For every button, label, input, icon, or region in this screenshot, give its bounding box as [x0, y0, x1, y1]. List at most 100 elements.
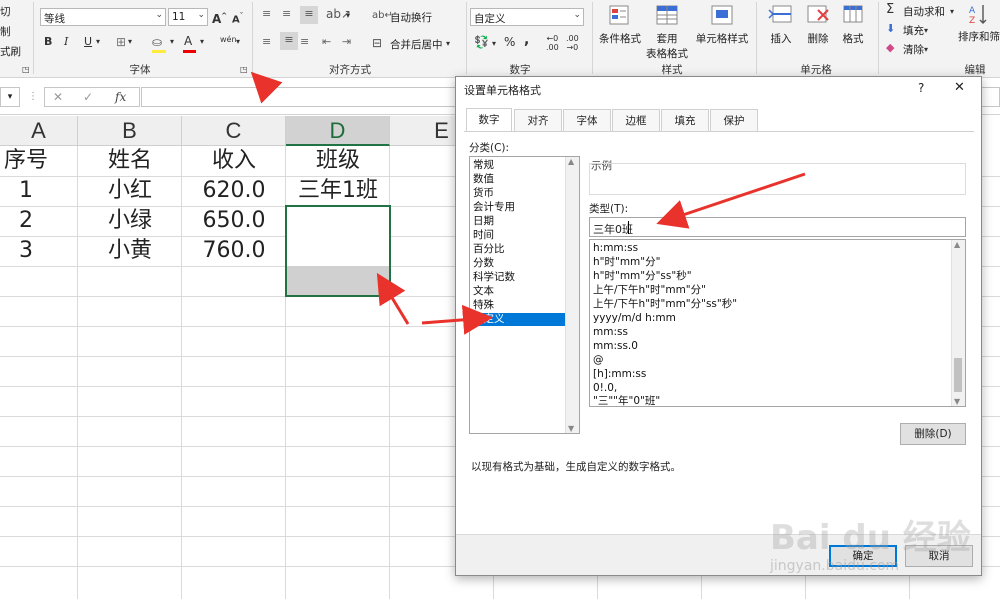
autosum-button[interactable]: 自动求和 [903, 4, 945, 19]
font-color-button[interactable]: A [184, 33, 192, 49]
category-item[interactable]: 分数 [473, 257, 494, 270]
category-item[interactable]: 百分比 [473, 243, 505, 256]
cell-b1[interactable]: 姓名 [78, 146, 182, 176]
merge-center-icon[interactable]: ⊟ [372, 35, 382, 51]
scroll-up-icon[interactable]: ▲ [568, 157, 574, 166]
close-icon[interactable]: ✕ [954, 80, 965, 95]
sort-filter-button[interactable]: AZ 排序和筛 [958, 2, 1000, 44]
cell-c3[interactable]: 650.0 [182, 206, 286, 236]
accounting-format-icon[interactable]: 💱 [474, 34, 489, 50]
increase-decimal-button[interactable]: ←0.00 [546, 34, 559, 52]
column-header-d[interactable]: D [286, 116, 390, 146]
align-middle-icon[interactable]: ≡ [282, 6, 291, 22]
format-as-table-button[interactable]: 套用 表格格式 [642, 4, 692, 61]
cancel-icon[interactable]: ✕ [53, 89, 63, 105]
cell-b3[interactable]: 小绿 [78, 206, 182, 236]
tab-number[interactable]: 数字 [466, 108, 512, 132]
format-item[interactable]: 上午/下午h"时"mm"分"ss"秒" [593, 298, 737, 311]
align-bottom-icon[interactable]: ≡ [300, 6, 318, 24]
copy-button[interactable]: 制 [0, 24, 11, 39]
scroll-up-icon[interactable]: ▲ [954, 240, 960, 249]
cell-a3[interactable]: 2 [0, 206, 52, 236]
fill-handle[interactable] [387, 293, 393, 299]
border-icon[interactable]: ⊞ [116, 34, 126, 50]
cut-button[interactable]: 切 [0, 4, 11, 19]
chevron-down-icon[interactable]: ▾ [346, 8, 350, 24]
cell-a1[interactable]: 序号 [0, 146, 52, 176]
category-item[interactable]: 时间 [473, 229, 494, 242]
decrease-indent-icon[interactable]: ⇤ [322, 34, 331, 50]
dialog-launcher-icon[interactable]: ◳ [240, 62, 248, 78]
tab-alignment[interactable]: 对齐 [514, 109, 562, 131]
format-item[interactable]: h:mm:ss [593, 242, 638, 255]
tab-font[interactable]: 字体 [563, 109, 611, 131]
cell-c4[interactable]: 760.0 [182, 236, 286, 266]
category-item[interactable]: 日期 [473, 215, 494, 228]
scroll-thumb[interactable] [954, 358, 962, 392]
format-item[interactable]: h"时"mm"分"ss"秒" [593, 270, 692, 283]
insert-cells-button[interactable]: 插入 [762, 4, 800, 46]
cell-b2[interactable]: 小红 [78, 176, 182, 206]
chevron-down-icon[interactable]: ▾ [924, 42, 928, 58]
fill-color-icon[interactable]: ⛀ [152, 34, 162, 50]
wrap-text-button[interactable]: 自动换行 [390, 10, 432, 25]
format-item[interactable]: mm:ss [593, 326, 628, 339]
category-scrollbar[interactable]: ▲ ▼ [565, 157, 579, 433]
chevron-down-icon[interactable]: ▾ [950, 4, 954, 20]
format-item[interactable]: h"时"mm"分" [593, 256, 660, 269]
chevron-down-icon[interactable]: ⌄ [197, 10, 205, 20]
cell-a2[interactable]: 1 [0, 176, 52, 206]
format-item[interactable]: 上午/下午h"时"mm"分" [593, 284, 706, 297]
chevron-down-icon[interactable]: ▾ [492, 36, 496, 52]
chevron-down-icon[interactable]: ▾ [128, 34, 132, 50]
delete-cells-button[interactable]: 删除 [800, 4, 836, 46]
chevron-down-icon[interactable]: ▾ [170, 34, 174, 50]
cell-c2[interactable]: 620.0 [182, 176, 286, 206]
category-item[interactable]: 数值 [473, 173, 494, 186]
column-header-c[interactable]: C [182, 116, 286, 146]
cell-a4[interactable]: 3 [0, 236, 52, 266]
chevron-down-icon[interactable]: ▾ [924, 23, 928, 39]
delete-format-button[interactable]: 删除(D) [900, 423, 966, 445]
chevron-down-icon[interactable]: ▾ [96, 34, 100, 50]
format-item[interactable]: mm:ss.0 [593, 340, 638, 353]
chevron-down-icon[interactable]: ⌄ [573, 10, 581, 20]
comma-style-button[interactable]: , [524, 32, 529, 48]
more-options-icon[interactable]: ⋮ [28, 89, 38, 105]
percent-style-button[interactable]: % [504, 34, 515, 50]
chevron-down-icon[interactable]: ▾ [236, 34, 240, 50]
number-format-combo[interactable]: 自定义 ⌄ [470, 8, 584, 26]
format-item[interactable]: "三""年"0"班" [593, 395, 660, 406]
cell-c1[interactable]: 收入 [182, 146, 286, 176]
dialog-launcher-icon[interactable]: ◳ [22, 62, 30, 78]
align-center-icon[interactable]: ≡ [280, 32, 298, 50]
increase-indent-icon[interactable]: ⇥ [342, 34, 351, 50]
tab-fill[interactable]: 填充 [661, 109, 709, 131]
scroll-down-icon[interactable]: ▼ [954, 397, 960, 406]
phonetic-guide-button[interactable]: wén [220, 32, 237, 48]
align-top-icon[interactable]: ≡ [262, 6, 271, 22]
align-left-icon[interactable]: ≡ [262, 34, 271, 50]
category-item[interactable]: 文本 [473, 285, 494, 298]
column-header-a[interactable]: A [0, 116, 78, 146]
format-cells-button[interactable]: 格式 [836, 4, 870, 46]
name-box-dropdown[interactable]: ▾ [0, 87, 20, 107]
format-item[interactable]: yyyy/m/d h:mm [593, 312, 676, 325]
cell-styles-button[interactable]: 单元格样式 [694, 4, 750, 46]
type-input[interactable]: 三年0班 [589, 217, 966, 237]
format-item[interactable]: @ [593, 354, 604, 367]
fill-down-icon[interactable]: ⬇ [886, 21, 895, 37]
column-header-b[interactable]: B [78, 116, 182, 146]
format-scrollbar[interactable]: ▲ ▼ [951, 240, 965, 406]
fill-button[interactable]: 填充 [903, 23, 924, 38]
eraser-icon[interactable]: ◆ [886, 40, 894, 56]
italic-button[interactable]: I [64, 34, 68, 50]
insert-function-icon[interactable]: fx [115, 89, 126, 105]
enter-icon[interactable]: ✓ [83, 89, 93, 105]
help-button[interactable]: ? [918, 81, 924, 95]
category-list[interactable]: 常规 数值 货币 会计专用 日期 时间 百分比 分数 科学记数 文本 特殊 自定… [469, 156, 580, 434]
font-size-combo[interactable]: 11 ⌄ [168, 8, 208, 26]
category-item[interactable]: 常规 [473, 159, 494, 172]
shrink-font-button[interactable]: Aˇ [232, 8, 243, 28]
chevron-down-icon[interactable]: ⌄ [155, 10, 163, 20]
